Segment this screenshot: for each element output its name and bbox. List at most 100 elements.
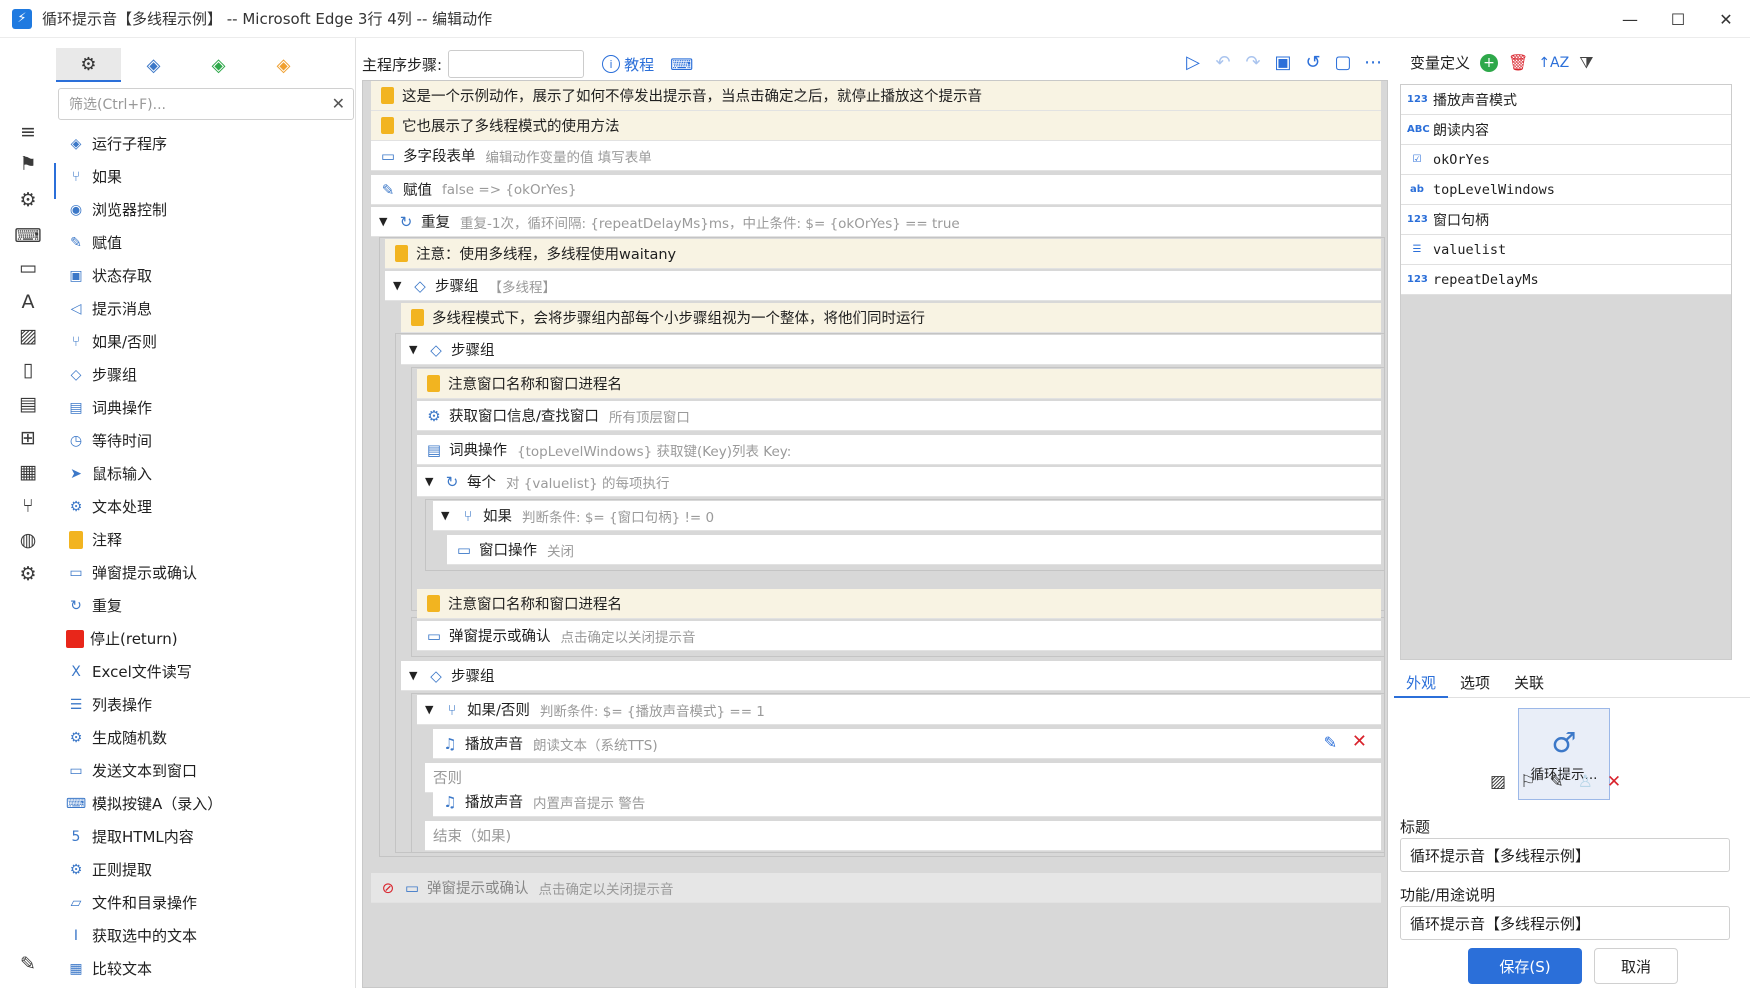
tool-item[interactable]: ▦ 比较文本	[56, 952, 356, 985]
menu-icon[interactable]: ≡	[14, 118, 42, 146]
tutorial-link[interactable]: i 教程	[602, 54, 654, 75]
step-row[interactable]: ▭ 多字段表单 编辑动作变量的值 填写表单	[371, 141, 1381, 171]
collapse-toggle-icon[interactable]: ▼	[409, 669, 423, 682]
tool-item[interactable]: 5 提取HTML内容	[56, 820, 356, 853]
tool-item[interactable]: ▭ 发送文本到窗口	[56, 754, 356, 787]
globe-icon[interactable]: ◍	[14, 526, 42, 554]
branch-icon[interactable]: ⑂	[14, 492, 42, 520]
image-icon[interactable]: ▨	[1490, 772, 1506, 792]
run-icon[interactable]: ▷	[1182, 50, 1204, 74]
step-row[interactable]: ▤ 词典操作 {topLevelWindows} 获取键(Key)列表 Key:	[417, 435, 1381, 465]
step-row[interactable]: ▼ ⑂ 如果 判断条件: $= {窗口句柄} != 0	[433, 501, 1381, 531]
collapse-toggle-icon[interactable]: ▼	[409, 343, 423, 356]
step-row[interactable]: ▭ 窗口操作 关闭	[447, 535, 1381, 565]
more-icon[interactable]: ⋯	[1362, 50, 1384, 74]
edit-step-icon[interactable]: ✎	[1324, 733, 1337, 752]
variable-item[interactable]: 123 播放声音模式	[1401, 85, 1731, 115]
step-row[interactable]: ⊘ ▭ 弹窗提示或确认 点击确定以关闭提示音	[371, 873, 1381, 903]
shirt-icon[interactable]: ♙	[1578, 772, 1593, 792]
font-icon[interactable]: A	[14, 288, 42, 316]
collapse-toggle-icon[interactable]: ▼	[425, 703, 439, 716]
collapse-toggle-icon[interactable]: ▼	[441, 509, 455, 522]
cancel-button[interactable]: 取消	[1594, 948, 1678, 984]
gears-icon[interactable]: ⚙	[56, 48, 121, 82]
tool-item[interactable]: ▤ 词典操作	[56, 391, 356, 424]
tool-item[interactable]: ◈ 运行子程序	[56, 127, 356, 160]
step-row[interactable]: 注意：使用多线程，多线程使用waitany	[385, 239, 1381, 269]
step-row[interactable]: ▼ ◇ 步骤组	[401, 661, 1381, 691]
tool-item[interactable]: ✎ 赋值	[56, 226, 356, 259]
delete-step-icon[interactable]: ✕	[1352, 731, 1367, 752]
tool-item[interactable]: I 获取选中的文本	[56, 919, 356, 952]
cubes-blue-icon[interactable]: ◈	[121, 48, 186, 82]
bookmark-icon[interactable]: ⚑	[14, 150, 42, 178]
collapse-toggle-icon[interactable]: ▼	[425, 475, 439, 488]
close-button[interactable]: ✕	[1702, 0, 1750, 38]
clear-icon[interactable]: ✕	[332, 94, 345, 113]
cubes-green-icon[interactable]: ◈	[186, 48, 251, 82]
step-row[interactable]: 注意窗口名称和窗口进程名	[417, 369, 1381, 399]
tool-item[interactable]: ⑂ 如果/否则	[56, 325, 356, 358]
tool-item[interactable]: ⚙ 生成随机数	[56, 721, 356, 754]
cubes-orange-icon[interactable]: ◈	[251, 48, 316, 82]
variable-item[interactable]: ab topLevelWindows	[1401, 175, 1731, 205]
main-steps-search[interactable]	[448, 50, 585, 78]
filter-input[interactable]: 筛选(Ctrl+F)... ✕	[58, 88, 354, 120]
step-row[interactable]: ▭ 弹窗提示或确认 点击确定以关闭提示音	[417, 621, 1381, 651]
document-icon[interactable]: ▤	[14, 390, 42, 418]
settings-multi-icon[interactable]: ⚙	[14, 560, 42, 588]
tool-item[interactable]: ◉ 浏览器控制	[56, 193, 356, 226]
title-field[interactable]: 循环提示音【多线程示例】	[1400, 838, 1730, 872]
step-row[interactable]: ♫ 播放声音 内置声音提示 警告	[433, 787, 1381, 817]
variable-item[interactable]: 123 repeatDelayMs	[1401, 265, 1731, 295]
eyedropper-icon[interactable]: ✎	[1549, 772, 1563, 792]
tool-item[interactable]: ▱ 文件和目录操作	[56, 886, 356, 919]
tool-item[interactable]: ▭ 弹窗提示或确认	[56, 556, 356, 589]
tool-item[interactable]: ▣ 状态存取	[56, 259, 356, 292]
tool-item[interactable]: ⌨ 模拟按键A（录入）	[56, 787, 356, 820]
wrench-icon[interactable]: ✎	[14, 950, 42, 978]
tool-item[interactable]: ◇ 步骤组	[56, 358, 356, 391]
step-row[interactable]: ▼ ↻ 每个对 {valuelist} 的每项执行	[417, 467, 1381, 497]
description-field[interactable]: 循环提示音【多线程示例】	[1400, 906, 1730, 940]
history-icon[interactable]: ↺	[1302, 50, 1324, 74]
undo-icon[interactable]: ↶	[1212, 50, 1234, 74]
table-icon[interactable]: ▦	[14, 458, 42, 486]
keyboard-icon[interactable]: ⌨	[14, 222, 42, 250]
step-row[interactable]: ▼ ◇ 步骤组	[401, 335, 1381, 365]
save-icon[interactable]: ▣	[1272, 50, 1294, 74]
minimize-button[interactable]: —	[1606, 0, 1654, 38]
step-row[interactable]: ✎ 赋值 false => {okOrYes}	[371, 175, 1381, 205]
tool-item[interactable]: ⚙ 正则提取	[56, 853, 356, 886]
add-variable-icon[interactable]: +	[1480, 53, 1499, 72]
tab-appearance[interactable]: 外观	[1394, 666, 1449, 698]
step-row[interactable]: ▼ ↻ 重复 重复-1次，循环间隔: {repeatDelayMs}ms，中止条件: …	[371, 207, 1381, 237]
tool-item[interactable]: ◷ 等待时间	[56, 424, 356, 457]
variable-item[interactable]: 123 窗口句柄	[1401, 205, 1731, 235]
sort-icon[interactable]: ↑AZ	[1538, 55, 1569, 71]
note-icon[interactable]: ▢	[1332, 50, 1354, 74]
gear-icon[interactable]: ⚙	[14, 186, 42, 214]
flag-icon[interactable]: ⚐	[1520, 772, 1535, 792]
filter-icon[interactable]: ⧩	[1579, 53, 1593, 73]
step-row[interactable]: 这是一个示例动作，展示了如何不停发出提示音，当点击确定之后，就停止播放这个提示音	[371, 81, 1381, 111]
step-row[interactable]: 多线程模式下，会将步骤组内部每个小步骤组视为一个整体，将他们同时运行	[401, 303, 1381, 333]
tab-options[interactable]: 选项	[1448, 666, 1502, 698]
tool-item[interactable]: ☰ 列表操作	[56, 688, 356, 721]
window-icon[interactable]: ▭	[14, 254, 42, 282]
tool-item[interactable]: 停止(return)	[56, 622, 356, 655]
step-row[interactable]: 它也展示了多线程模式的使用方法	[371, 111, 1381, 141]
tool-item[interactable]: ◁ 提示消息	[56, 292, 356, 325]
step-row[interactable]: ♫ 播放声音 朗读文本（系统TTS) ✎ ✕	[433, 729, 1381, 759]
redo-icon[interactable]: ↷	[1242, 50, 1264, 74]
step-row[interactable]: 注意窗口名称和窗口进程名	[417, 589, 1381, 619]
tool-item[interactable]: ⑂ 如果	[56, 160, 356, 193]
clipboard-icon[interactable]: ▯	[14, 356, 42, 384]
tool-item[interactable]: ⚙ 文本处理	[56, 490, 356, 523]
variable-item[interactable]: ABC 朗读内容	[1401, 115, 1731, 145]
step-row[interactable]: ▼ ⑂ 如果/否则 判断条件: $= {播放声音模式} == 1	[417, 695, 1381, 725]
variable-item[interactable]: ☑ okOrYes	[1401, 145, 1731, 175]
save-button[interactable]: 保存(S)	[1468, 948, 1582, 984]
tool-item[interactable]: ➤ 鼠标输入	[56, 457, 356, 490]
delete-variable-icon[interactable]: 🗑	[1508, 53, 1528, 72]
